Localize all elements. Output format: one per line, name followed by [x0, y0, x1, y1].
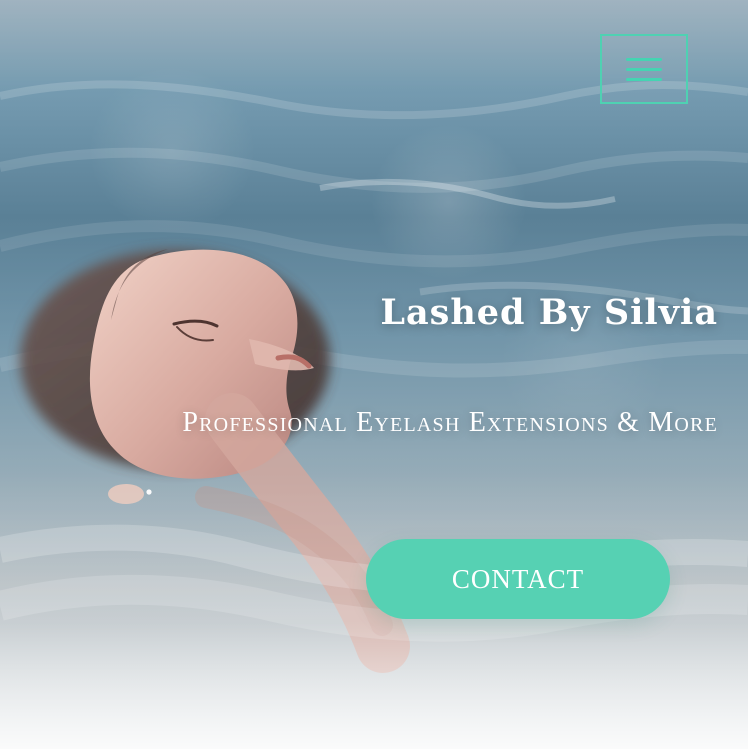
- hero-title: Lashed By Silvia: [380, 292, 718, 333]
- menu-button[interactable]: [600, 34, 688, 104]
- contact-button[interactable]: CONTACT: [366, 539, 670, 619]
- hamburger-menu-icon: [626, 57, 662, 81]
- hero-photo: [0, 0, 748, 749]
- hero-section: Lashed By Silvia Professional Eyelash Ex…: [0, 0, 748, 749]
- hero-subtitle: Professional Eyelash Extensions & More: [182, 407, 718, 438]
